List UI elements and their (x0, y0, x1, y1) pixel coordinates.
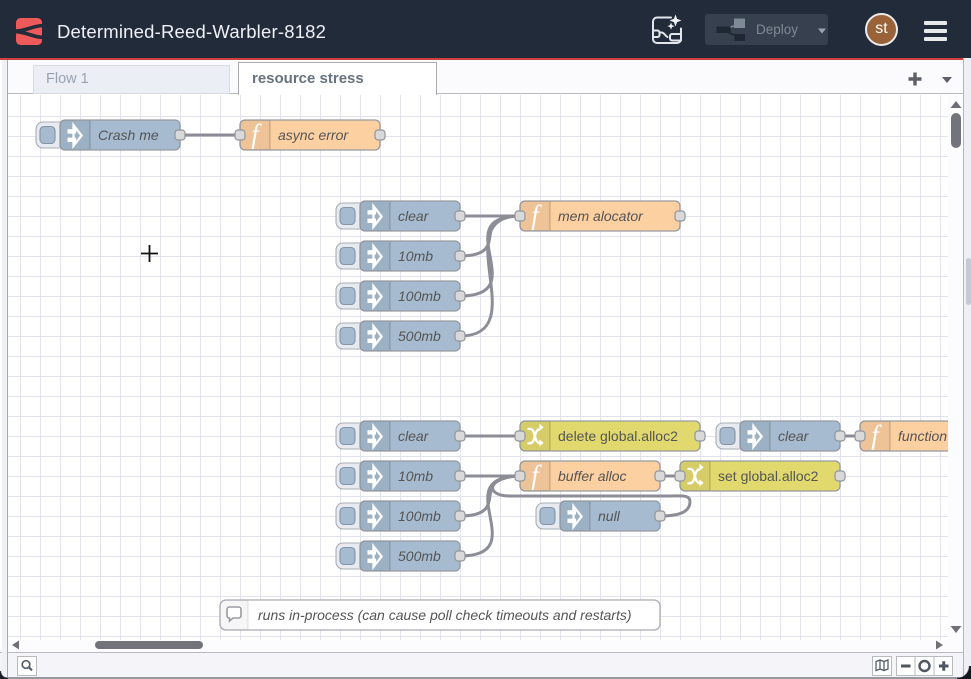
svg-text:mem alocator: mem alocator (558, 208, 644, 224)
svg-text:null: null (598, 508, 621, 524)
svg-text:async error: async error (278, 127, 349, 143)
svg-text:set global.alloc2: set global.alloc2 (718, 468, 819, 484)
svg-text:clear: clear (398, 208, 430, 224)
svg-text:function: function (898, 428, 947, 444)
svg-text:500mb: 500mb (398, 548, 441, 564)
svg-text:10mb: 10mb (398, 248, 433, 264)
svg-text:clear: clear (778, 428, 810, 444)
svg-text:10mb: 10mb (398, 468, 433, 484)
svg-text:100mb: 100mb (398, 508, 441, 524)
svg-text:Crash me: Crash me (98, 127, 159, 143)
svg-text:500mb: 500mb (398, 328, 441, 344)
svg-text:runs in-process (can cause pol: runs in-process (can cause poll check ti… (258, 607, 632, 623)
svg-text:buffer alloc: buffer alloc (558, 468, 626, 484)
svg-text:clear: clear (398, 428, 430, 444)
svg-text:100mb: 100mb (398, 288, 441, 304)
svg-text:delete global.alloc2: delete global.alloc2 (558, 428, 678, 444)
